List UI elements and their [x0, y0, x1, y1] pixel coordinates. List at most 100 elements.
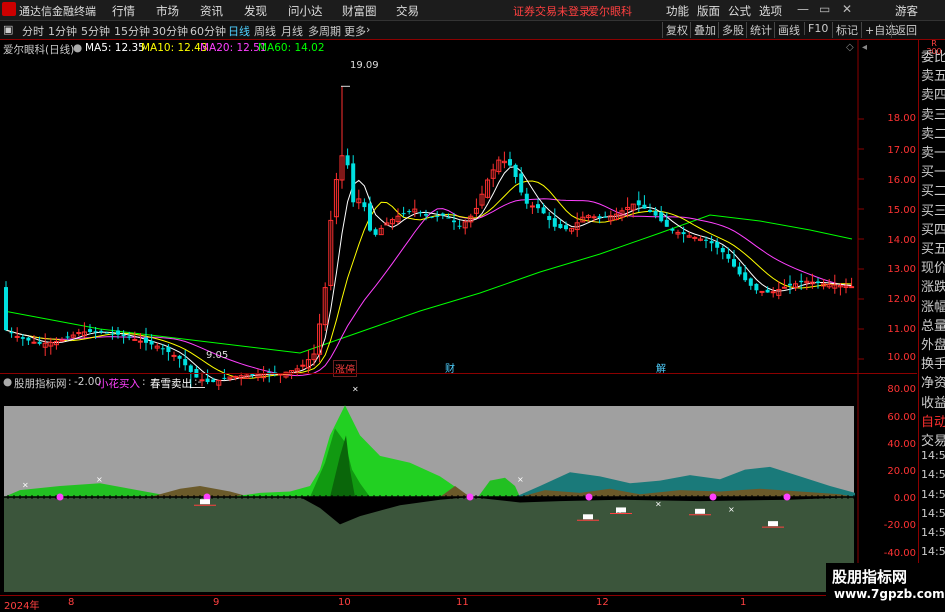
candle-body — [26, 337, 31, 341]
signal-cross: × — [352, 385, 359, 394]
side-item[interactable]: 卖五 — [921, 65, 945, 84]
candle-body — [14, 335, 20, 338]
candle-body — [110, 333, 115, 335]
price-axis-label: 18.00 — [887, 113, 916, 124]
side-item[interactable]: 卖二 — [921, 123, 945, 142]
candle-body — [446, 217, 451, 219]
side-item[interactable]: 14:56 — [921, 507, 945, 520]
signal-cross: × — [517, 475, 524, 484]
candle-body — [765, 289, 770, 293]
candle-body — [759, 290, 765, 293]
indicator-name: 股朋指标网 — [14, 378, 67, 390]
candle-body — [132, 338, 138, 341]
side-item[interactable]: 交易 — [921, 430, 945, 449]
ma5-line — [5, 166, 852, 382]
side-item[interactable]: 收益 — [921, 392, 945, 411]
candle-body — [732, 259, 736, 267]
kline-chart[interactable]: ××××××× — [0, 0, 918, 595]
candle-body — [816, 281, 820, 283]
candle-body — [99, 330, 104, 333]
candle-body — [692, 236, 698, 239]
watermark-logo: 股朋指标网 www.7gpzb.com — [826, 563, 945, 609]
watermark-title: 股朋指标网 — [832, 568, 908, 586]
ma20-line — [5, 198, 852, 377]
candle-body — [65, 336, 70, 338]
side-item[interactable]: 净资 — [921, 372, 945, 391]
sell-bar — [768, 521, 778, 527]
side-item[interactable]: 14:56 — [921, 545, 945, 558]
side-item[interactable]: 总量 — [921, 315, 945, 334]
candle-body — [659, 212, 664, 222]
candle-body — [597, 216, 602, 218]
side-item[interactable]: 买二 — [921, 180, 945, 199]
side-item[interactable]: 卖三 — [921, 104, 945, 123]
side-item[interactable]: 现价 — [921, 257, 945, 276]
candle-body — [603, 216, 608, 218]
candle-body — [642, 204, 647, 209]
candle-body — [418, 212, 423, 214]
price-axis-label: 11.00 — [887, 324, 916, 335]
candle-body — [440, 213, 445, 216]
side-item[interactable]: 买一 — [921, 161, 945, 180]
side-item[interactable]: 买三 — [921, 200, 945, 219]
indicator-axis-label: 60.00 — [887, 412, 916, 423]
ma60-path — [3, 214, 853, 354]
buy-signal-label: 小花买入 — [98, 378, 140, 390]
side-item[interactable]: 外盘 — [921, 334, 945, 353]
time-label: 2024年 — [4, 601, 40, 612]
side-item[interactable]: 买四 — [921, 219, 945, 238]
side-item[interactable]: 换手 — [921, 353, 945, 372]
candle-body — [558, 224, 563, 229]
side-item[interactable]: 买五 — [921, 238, 945, 257]
side-item[interactable]: 委比 — [921, 46, 945, 65]
candle-body — [183, 359, 188, 366]
indicator-axis-label: -40.00 — [883, 548, 916, 559]
candle-body — [670, 228, 675, 231]
candle-body — [743, 272, 748, 281]
candle-body — [300, 364, 306, 367]
indicator-chart: ××××××× — [4, 374, 859, 595]
candle-body — [513, 164, 518, 177]
side-item[interactable]: 14:56 — [921, 526, 945, 539]
candle-body — [547, 216, 552, 221]
side-item[interactable]: 涨跌 — [921, 276, 945, 295]
signal-cross: × — [96, 475, 103, 484]
price-axis-label: 17.00 — [887, 145, 916, 156]
candle-body — [407, 211, 412, 213]
candlesticks — [4, 86, 855, 391]
candle-body — [233, 375, 239, 378]
candle-body — [781, 286, 787, 289]
candle-body — [452, 220, 456, 223]
price-axis-label: 12.00 — [887, 294, 916, 305]
candle-body — [37, 341, 42, 344]
side-item[interactable]: 14:56 — [921, 449, 945, 462]
time-label: 12 — [596, 597, 609, 608]
event-limit-up[interactable]: 涨停 — [333, 360, 357, 377]
indicator-settings-icon[interactable]: ● — [3, 376, 12, 388]
watermark-url: www.7gpzb.com — [834, 587, 945, 601]
side-item[interactable]: 自动 — [921, 411, 945, 430]
time-label: 11 — [456, 597, 469, 608]
candle-body — [121, 334, 126, 337]
side-item[interactable]: 14:56 — [921, 488, 945, 501]
panel-divider[interactable] — [0, 373, 917, 374]
indicator-lower-band — [4, 497, 854, 592]
candle-body — [250, 374, 255, 376]
side-item[interactable]: 14:56 — [921, 468, 945, 481]
price-axis-label: 13.00 — [887, 264, 916, 275]
side-item[interactable]: 卖四 — [921, 84, 945, 103]
candle-body — [373, 229, 378, 235]
side-item[interactable]: 卖一 — [921, 142, 945, 161]
candle-body — [222, 377, 227, 379]
candle-body — [457, 225, 462, 227]
side-item[interactable]: 涨幅 — [921, 296, 945, 315]
time-axis: 2024年 8 9 10 11 12 1 — [0, 595, 918, 612]
ma5-path — [5, 166, 852, 382]
quote-side-panel: R 300 委比 卖五 卖四 卖三 卖二 卖一 买一 买二 买三 买四 买五 现价 涨跌 涨幅 总量 外盘 换手净… — [918, 40, 945, 609]
time-label: 10 — [338, 597, 351, 608]
candle-body — [591, 216, 597, 219]
ma10-path — [5, 180, 852, 379]
candle-body — [849, 286, 855, 289]
candle-body — [205, 378, 210, 383]
candle-body — [401, 213, 406, 215]
